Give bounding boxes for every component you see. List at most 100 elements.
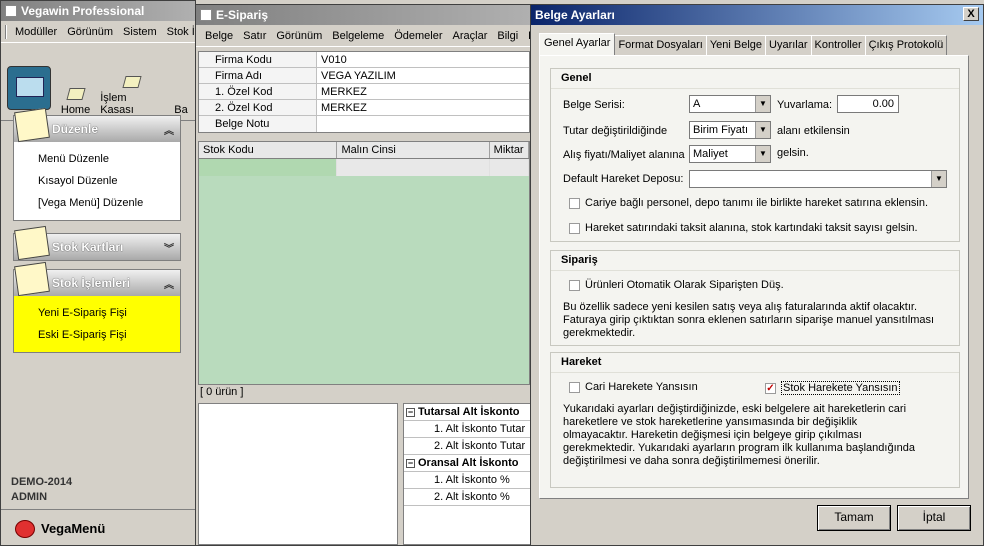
vegamenu-button[interactable]: VegaMenü xyxy=(1,509,195,545)
checkbox-icon[interactable] xyxy=(569,279,580,291)
checkbox-icon[interactable] xyxy=(569,222,580,234)
panel-stok-kartlari-header[interactable]: Stok Kartları ︾ xyxy=(14,225,180,261)
dropdown-arrow-icon[interactable]: ▼ xyxy=(755,96,770,112)
group-siparis: Sipariş Ürünleri Otomatik Olarak Sipariş… xyxy=(550,250,960,346)
panel-stok-islemleri: Stok İşlemleri ︽ Yeni E-Sipariş Fişi Esk… xyxy=(13,261,181,353)
islem-kasasi-button[interactable]: İşlem Kasası xyxy=(100,76,163,116)
menu-odemeler[interactable]: Ödemeler xyxy=(389,30,447,42)
stok-kartlari-icon xyxy=(14,225,50,261)
menu-belgeleme[interactable]: Belgeleme xyxy=(327,30,389,42)
discount-item[interactable]: 2. Alt İskonto Tutar xyxy=(404,438,530,455)
panel-duzenle-header[interactable]: Düzenle ︽ xyxy=(14,107,180,143)
alis-label: Alış fiyatı/Maliyet alanına xyxy=(563,149,685,161)
belge-serisi-select[interactable]: A ▼ xyxy=(689,95,771,113)
user-name: ADMIN xyxy=(11,491,48,503)
vegawin-main-window: Vegawin Professional Modüller Görünüm Si… xyxy=(0,0,196,546)
e-siparis-titlebar[interactable]: E-Sipariş xyxy=(196,5,532,25)
tab-kontroller[interactable]: Kontroller xyxy=(810,35,866,55)
menu-bilgi[interactable]: Bilgi xyxy=(492,30,523,42)
menu-duzenle-link[interactable]: Menü Düzenle xyxy=(38,148,180,170)
yuvarlama-label: Yuvarlama: xyxy=(777,99,833,111)
discount-group-oransal[interactable]: − Oransal Alt İskonto xyxy=(404,455,530,472)
vega-logo-icon xyxy=(7,66,51,110)
discount-item[interactable]: 2. Alt İskonto % xyxy=(404,489,530,506)
panel-stok-islemleri-header[interactable]: Stok İşlemleri ︽ xyxy=(14,261,180,297)
tab-format-dosyalari[interactable]: Format Dosyaları xyxy=(614,35,707,55)
checkmark-icon[interactable]: ✓ xyxy=(765,382,776,394)
group-genel: Genel Belge Serisi: A ▼ Yuvarlama: 0.00 T… xyxy=(550,68,960,242)
ozel-kod-2-field[interactable]: MERKEZ xyxy=(317,100,367,115)
yuvarlama-input[interactable]: 0.00 xyxy=(837,95,899,113)
table-row[interactable] xyxy=(199,159,529,176)
toolbar-partial-button[interactable]: Ba xyxy=(173,88,189,116)
menu-stok[interactable]: Stok İ xyxy=(162,26,195,38)
discount-item[interactable]: 1. Alt İskonto % xyxy=(404,472,530,489)
menu-gorunum[interactable]: Görünüm xyxy=(62,26,118,38)
main-titlebar[interactable]: Vegawin Professional xyxy=(1,1,195,21)
e-siparis-menubar: Belge Satır Görünüm Belgeleme Ödemeler A… xyxy=(196,25,532,47)
col-stok-kodu[interactable]: Stok Kodu xyxy=(199,142,338,158)
cari-harekete-checkbox[interactable]: Cari Harekete Yansısın xyxy=(569,381,698,393)
menu-sistem[interactable]: Sistem xyxy=(118,26,162,38)
window-icon xyxy=(200,9,212,21)
siparisten-dus-checkbox[interactable]: Ürünleri Otomatik Olarak Siparişten Düş. xyxy=(569,279,784,291)
home-button[interactable]: Home xyxy=(61,88,90,116)
dropdown-arrow-icon[interactable]: ▼ xyxy=(931,171,946,187)
tab-cikis-protokolu[interactable]: Çıkış Protokolü xyxy=(864,35,948,55)
menu-moduller[interactable]: Modüller xyxy=(10,26,62,38)
form-row: 1. Özel Kod MERKEZ xyxy=(199,84,529,100)
item-grid[interactable]: Stok Kodu Malın Cinsi Miktar xyxy=(198,141,530,385)
kisayol-duzenle-link[interactable]: Kısayol Düzenle xyxy=(38,170,180,192)
main-title: Vegawin Professional xyxy=(21,4,145,18)
expand-icon[interactable]: ︾ xyxy=(164,240,174,255)
menu-gorunum[interactable]: Görünüm xyxy=(271,30,327,42)
menu-satir[interactable]: Satır xyxy=(238,30,271,42)
vega-menu-duzenle-link[interactable]: [Vega Menü] Düzenle xyxy=(38,192,180,214)
menu-araclar[interactable]: Araçlar xyxy=(448,30,493,42)
main-menubar: Modüller Görünüm Sistem Stok İ xyxy=(1,21,195,43)
close-button[interactable]: X xyxy=(963,7,979,21)
vegamenu-icon xyxy=(15,519,35,538)
tamam-button[interactable]: Tamam xyxy=(817,505,891,531)
tab-uyarilar[interactable]: Uyarılar xyxy=(765,35,812,55)
firma-kodu-field[interactable]: V010 xyxy=(317,52,347,67)
yeni-e-siparis-link[interactable]: Yeni E-Sipariş Fişi xyxy=(38,302,180,324)
notes-panel[interactable] xyxy=(198,403,398,545)
group-hareket-title: Hareket xyxy=(551,353,959,373)
tutar-select[interactable]: Birim Fiyatı ▼ xyxy=(689,121,771,139)
collapse-icon[interactable]: ︽ xyxy=(164,122,174,137)
cariye-bagli-checkbox[interactable]: Cariye bağlı personel, depo tanımı ile b… xyxy=(569,197,928,209)
form-row: Firma Adı VEGA YAZILIM xyxy=(199,68,529,84)
discount-item[interactable]: 1. Alt İskonto Tutar xyxy=(404,421,530,438)
taksit-checkbox[interactable]: Hareket satırındaki taksit alanına, stok… xyxy=(569,222,918,234)
item-grid-header: Stok Kodu Malın Cinsi Miktar xyxy=(199,142,529,159)
discount-panel: − Tutarsal Alt İskonto 1. Alt İskonto Tut… xyxy=(403,403,531,545)
session-info: DEMO-2014 ADMIN xyxy=(11,475,72,505)
dropdown-arrow-icon[interactable]: ▼ xyxy=(755,146,770,162)
eski-e-siparis-link[interactable]: Eski E-Sipariş Fişi xyxy=(38,324,180,346)
belge-notu-field[interactable] xyxy=(317,116,321,132)
firma-adi-field[interactable]: VEGA YAZILIM xyxy=(317,68,396,83)
dropdown-arrow-icon[interactable]: ▼ xyxy=(755,122,770,138)
tab-yeni-belge[interactable]: Yeni Belge xyxy=(705,35,767,55)
tutar-label: Tutar değiştirildiğinde xyxy=(563,125,668,137)
dialog-title: Belge Ayarları xyxy=(535,8,615,22)
collapse-icon[interactable]: ︽ xyxy=(164,276,174,291)
discount-group-tutarsal[interactable]: − Tutarsal Alt İskonto xyxy=(404,404,530,421)
iptal-button[interactable]: İptal xyxy=(897,505,971,531)
col-miktar[interactable]: Miktar xyxy=(490,142,529,158)
tab-genel-ayarlar[interactable]: Genel Ayarlar xyxy=(539,33,616,55)
dialog-titlebar[interactable]: Belge Ayarları X xyxy=(531,5,983,25)
collapse-icon[interactable]: − xyxy=(406,408,415,417)
stok-harekete-checkbox[interactable]: ✓ Stok Harekete Yansısın xyxy=(765,381,900,395)
collapse-icon[interactable]: − xyxy=(406,459,415,468)
checkbox-icon[interactable] xyxy=(569,381,580,393)
alis-select[interactable]: Maliyet ▼ xyxy=(689,145,771,163)
hareket-note: Yukarıdaki ayarları değiştirdiğinizde, e… xyxy=(563,403,915,467)
group-hareket: Hareket Cari Harekete Yansısın ✓ Stok Har… xyxy=(550,352,960,488)
depo-select[interactable]: ▼ xyxy=(689,170,947,188)
checkbox-icon[interactable] xyxy=(569,197,580,209)
menu-belge[interactable]: Belge xyxy=(200,30,238,42)
col-malin-cinsi[interactable]: Malın Cinsi xyxy=(337,142,490,158)
ozel-kod-1-field[interactable]: MERKEZ xyxy=(317,84,367,99)
